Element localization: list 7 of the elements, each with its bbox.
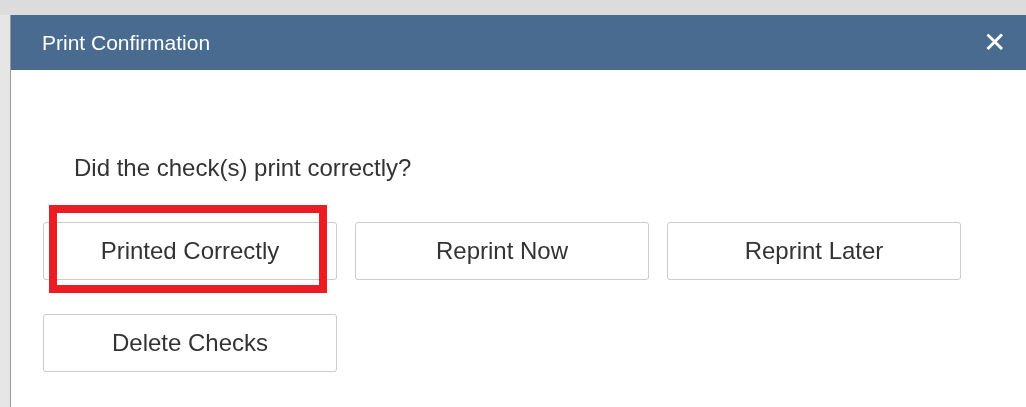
action-button[interactable]: Reprint Later: [667, 222, 961, 280]
action-button[interactable]: Printed Correctly: [43, 222, 337, 280]
close-button[interactable]: ✕: [983, 28, 1006, 57]
action-button[interactable]: Delete Checks: [43, 314, 337, 372]
dialog-title: Print Confirmation: [42, 30, 211, 55]
message-text: Did the check(s) print correctly?: [74, 154, 413, 182]
action-button[interactable]: Reprint Now: [355, 222, 649, 280]
